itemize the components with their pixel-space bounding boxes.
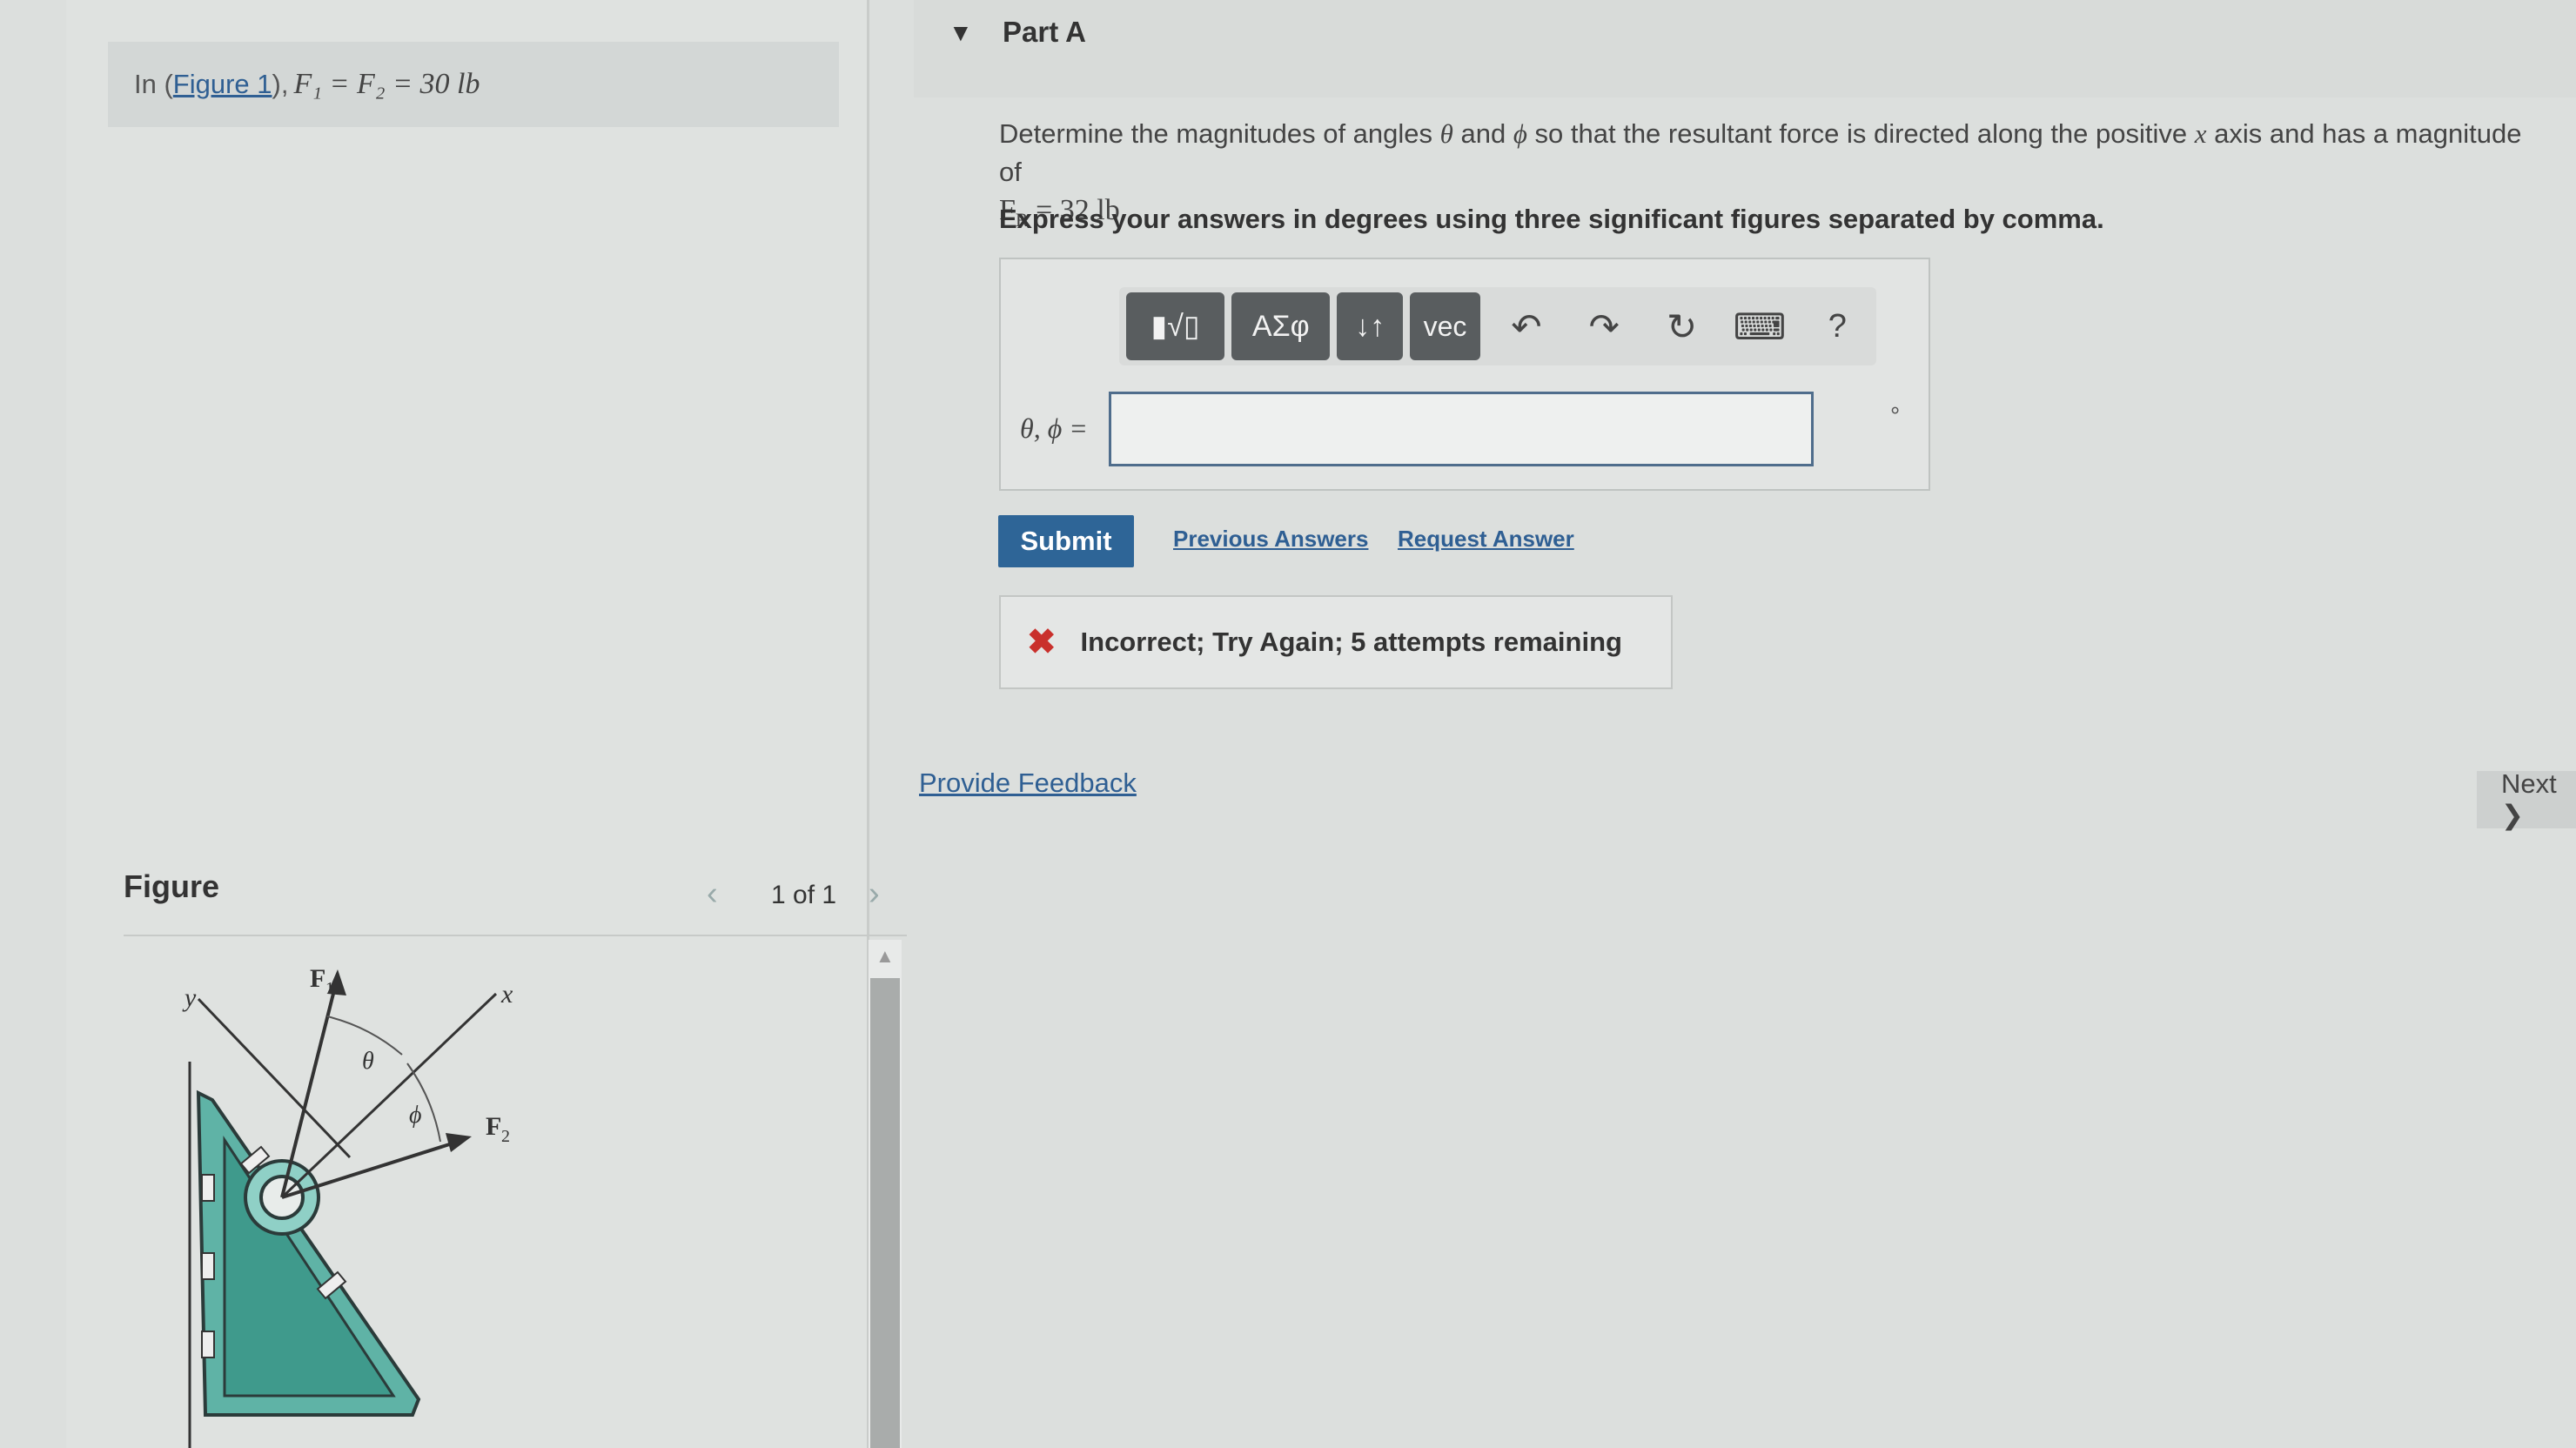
- feedback-text: Incorrect; Try Again; 5 attempts remaini…: [1080, 627, 1622, 657]
- math-toolbar: ▮√▯ ΑΣφ ↓↑ vec ↶ ↷ ↻ ⌨ ?: [1119, 287, 1876, 365]
- chevron-right-icon[interactable]: ›: [869, 875, 880, 913]
- chevron-left-icon[interactable]: ‹: [707, 875, 718, 913]
- answer-label: θ, ϕ =: [1020, 412, 1088, 444]
- figure-title: Figure: [124, 868, 220, 904]
- bolt-2: [201, 1252, 215, 1280]
- redo-icon[interactable]: ↷: [1566, 292, 1643, 360]
- part-title: Part A: [1003, 16, 1086, 48]
- problem-equation: F₁ = F₂ = 30 lb: [293, 68, 480, 100]
- f1-subscript: 1: [325, 979, 334, 998]
- incorrect-x-icon: ✖: [1027, 623, 1057, 661]
- f2-subscript: 2: [501, 1127, 510, 1146]
- y-axis-label: y: [182, 983, 197, 1012]
- question-segment: Determine the magnitudes of angles: [999, 118, 1433, 149]
- submit-button[interactable]: Submit: [998, 515, 1134, 567]
- phi-label: ϕ: [409, 1102, 422, 1129]
- answer-box: ▮√▯ ΑΣφ ↓↑ vec ↶ ↷ ↻ ⌨ ? θ, ϕ = °: [999, 258, 1930, 491]
- figure-counter: 1 of 1: [771, 881, 837, 909]
- greek-symbols-button[interactable]: ΑΣφ: [1231, 292, 1331, 360]
- problem-statement: In ( Figure 1 ), F₁ = F₂ = 30 lb: [108, 42, 839, 127]
- scroll-up-icon[interactable]: ▲: [875, 945, 895, 968]
- f2-label: F: [486, 1112, 501, 1141]
- f1-vector: [280, 975, 339, 1198]
- question-segment: and: [1460, 118, 1506, 149]
- bolt-1: [201, 1174, 215, 1202]
- question-theta: θ: [1439, 118, 1453, 149]
- answer-input[interactable]: [1109, 392, 1814, 466]
- undo-icon[interactable]: ↶: [1487, 292, 1565, 360]
- figure-scrollbar[interactable]: ▲: [869, 940, 902, 1448]
- problem-prefix: In (: [134, 69, 173, 99]
- degree-unit: °: [1890, 402, 1901, 429]
- question-phi: ϕ: [1513, 118, 1527, 149]
- triangle-down-icon[interactable]: ▼: [949, 19, 973, 47]
- x-axis-line: [280, 992, 498, 1199]
- f2-vector: [281, 1140, 459, 1199]
- figure-diagram: y x F 1 F 2 θ ϕ: [182, 964, 513, 1448]
- vector-button[interactable]: vec: [1409, 292, 1481, 360]
- help-icon[interactable]: ?: [1799, 292, 1876, 360]
- next-button[interactable]: Next ❯: [2477, 768, 2576, 830]
- bolt-3: [201, 1331, 215, 1358]
- figure-divider: [124, 935, 907, 936]
- problem-suffix: ),: [272, 69, 289, 99]
- scroll-thumb[interactable]: [870, 978, 900, 1448]
- left-panel: In ( Figure 1 ), F₁ = F₂ = 30 lb Figure …: [66, 0, 907, 1448]
- part-header[interactable]: ▼ Part A: [914, 0, 2576, 97]
- feedback-box: ✖ Incorrect; Try Again; 5 attempts remai…: [999, 595, 1673, 689]
- request-answer-link[interactable]: Request Answer: [1398, 526, 1574, 553]
- previous-answers-link[interactable]: Previous Answers: [1173, 526, 1368, 553]
- theta-label: θ: [362, 1048, 374, 1075]
- f2-arrowhead: [446, 1133, 472, 1152]
- subscript-superscript-button[interactable]: ↓↑: [1337, 292, 1403, 360]
- question-x: x: [2194, 118, 2207, 149]
- reset-icon[interactable]: ↻: [1643, 292, 1721, 360]
- x-axis-label: x: [500, 980, 513, 1009]
- f1-label: F: [310, 964, 325, 993]
- figure-link[interactable]: Figure 1: [173, 69, 272, 100]
- keyboard-icon[interactable]: ⌨: [1721, 292, 1798, 360]
- templates-button[interactable]: ▮√▯: [1126, 292, 1225, 360]
- question-segment: so that the resultant force is directed …: [1534, 118, 2188, 149]
- provide-feedback-link[interactable]: Provide Feedback: [919, 768, 1137, 799]
- instruction-text: Express your answers in degrees using th…: [999, 204, 2104, 234]
